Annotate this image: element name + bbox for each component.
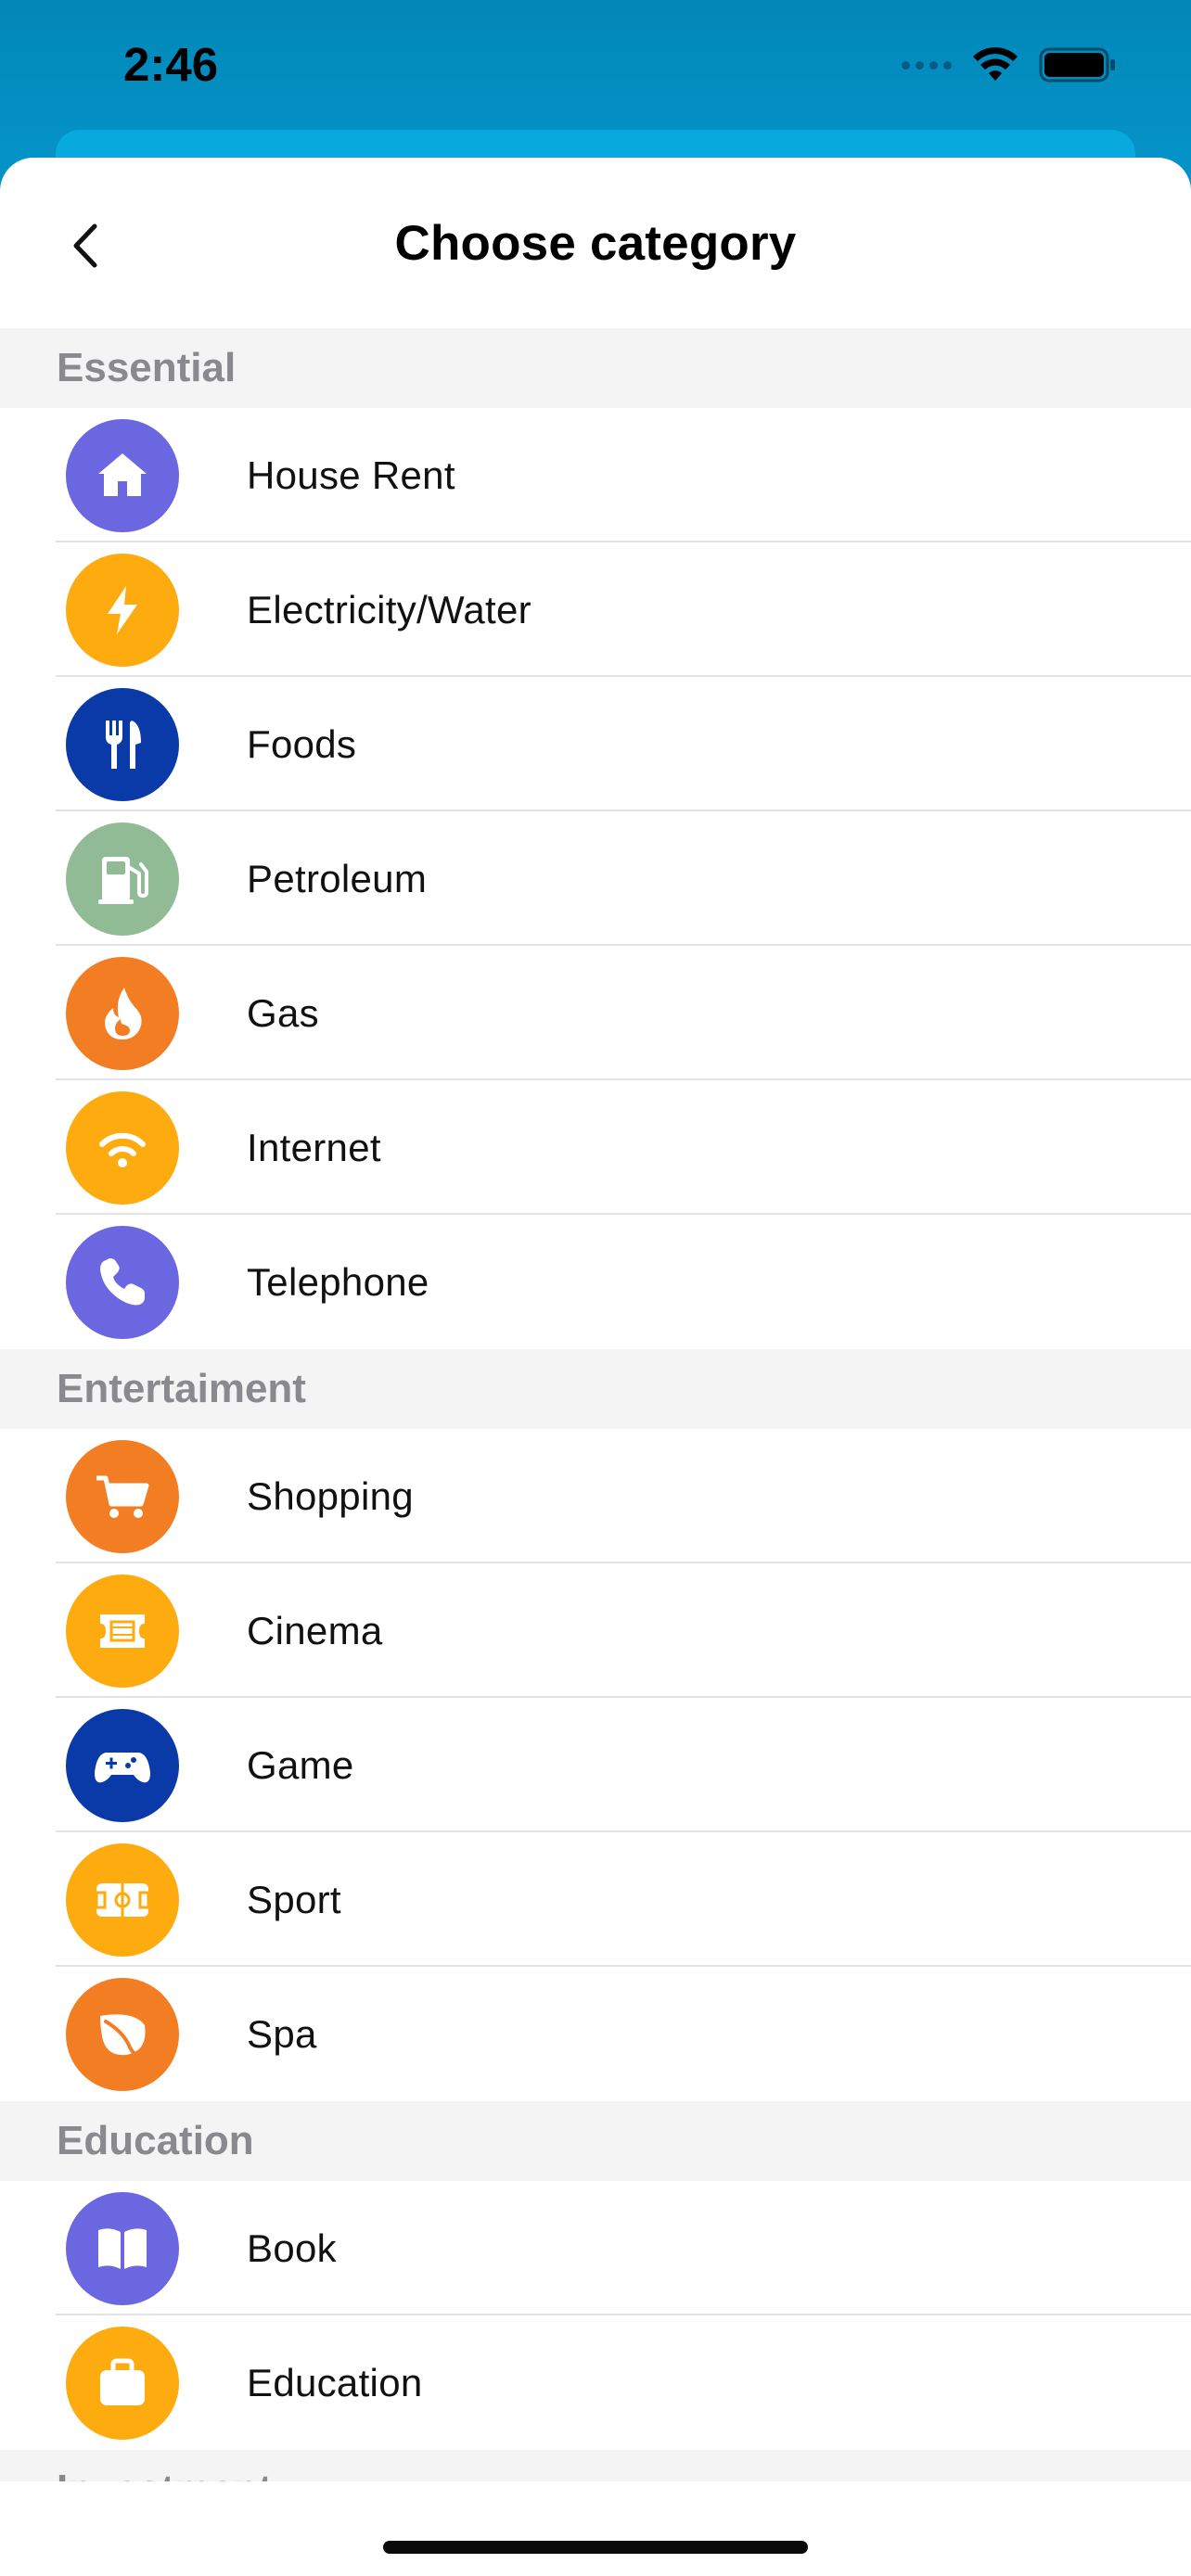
gamepad-icon bbox=[66, 1709, 179, 1822]
category-label: Telephone bbox=[247, 1259, 429, 1304]
lightning-icon bbox=[66, 554, 179, 667]
house-icon bbox=[66, 419, 179, 532]
wifi-status-icon bbox=[973, 47, 1018, 81]
flame-icon bbox=[66, 957, 179, 1070]
status-time: 2:46 bbox=[123, 38, 219, 91]
category-row-petroleum[interactable]: Petroleum bbox=[0, 811, 1191, 946]
film-ticket-icon bbox=[66, 1575, 179, 1688]
category-label: Internet bbox=[247, 1125, 381, 1169]
category-row-cinema[interactable]: Cinema bbox=[0, 1563, 1191, 1698]
battery-icon bbox=[1039, 47, 1115, 83]
section-header: Education bbox=[0, 2101, 1191, 2181]
category-row-house-rent[interactable]: House Rent bbox=[0, 408, 1191, 542]
category-row-foods[interactable]: Foods bbox=[0, 677, 1191, 811]
bottom-area bbox=[0, 2481, 1191, 2576]
category-row-game[interactable]: Game bbox=[0, 1698, 1191, 1832]
cart-icon bbox=[66, 1440, 179, 1553]
category-sheet: Choose category Essential House Rent Elect… bbox=[0, 158, 1191, 2576]
category-row-electricity-water[interactable]: Electricity/Water bbox=[0, 542, 1191, 677]
page-title: Choose category bbox=[394, 215, 797, 271]
category-label: House Rent bbox=[247, 453, 455, 497]
category-row-shopping[interactable]: Shopping bbox=[0, 1429, 1191, 1563]
category-label: Education bbox=[247, 2360, 423, 2404]
category-label: Spa bbox=[247, 2011, 317, 2056]
category-label: Foods bbox=[247, 721, 357, 766]
wifi-icon bbox=[66, 1091, 179, 1205]
category-label: Petroleum bbox=[247, 856, 428, 900]
section-header: Essential bbox=[0, 328, 1191, 408]
category-row-book[interactable]: Book bbox=[0, 2181, 1191, 2315]
category-row-internet[interactable]: Internet bbox=[0, 1080, 1191, 1215]
category-label: Sport bbox=[247, 1877, 341, 1921]
cellular-signal-icon bbox=[902, 60, 952, 70]
status-bar: 2:46 bbox=[0, 0, 1191, 139]
nav-bar: Choose category bbox=[0, 158, 1191, 328]
chevron-left-icon bbox=[73, 223, 97, 268]
bag-icon bbox=[66, 2327, 179, 2440]
category-label: Cinema bbox=[247, 1608, 383, 1652]
home-indicator[interactable] bbox=[383, 2541, 808, 2554]
category-label: Shopping bbox=[247, 1473, 414, 1518]
category-row-sport[interactable]: Sport bbox=[0, 1832, 1191, 1967]
leaf-icon bbox=[66, 1978, 179, 2091]
category-label: Electricity/Water bbox=[247, 587, 531, 631]
sport-field-icon bbox=[66, 1843, 179, 1957]
category-row-education[interactable]: Education bbox=[0, 2315, 1191, 2450]
status-icons bbox=[902, 46, 1117, 83]
phone-icon bbox=[66, 1226, 179, 1339]
back-button[interactable] bbox=[58, 213, 113, 278]
category-label: Gas bbox=[247, 990, 319, 1035]
book-icon bbox=[66, 2192, 179, 2305]
category-row-telephone[interactable]: Telephone bbox=[0, 1215, 1191, 1349]
fork-knife-icon bbox=[66, 688, 179, 801]
category-label: Book bbox=[247, 2225, 337, 2270]
category-row-gas[interactable]: Gas bbox=[0, 946, 1191, 1080]
category-row-spa[interactable]: Spa bbox=[0, 1967, 1191, 2101]
category-list: Essential House Rent Electricity/Water Food… bbox=[0, 328, 1191, 2530]
fuel-pump-icon bbox=[66, 823, 179, 936]
category-label: Game bbox=[247, 1742, 354, 1787]
section-header: Entertaiment bbox=[0, 1349, 1191, 1429]
